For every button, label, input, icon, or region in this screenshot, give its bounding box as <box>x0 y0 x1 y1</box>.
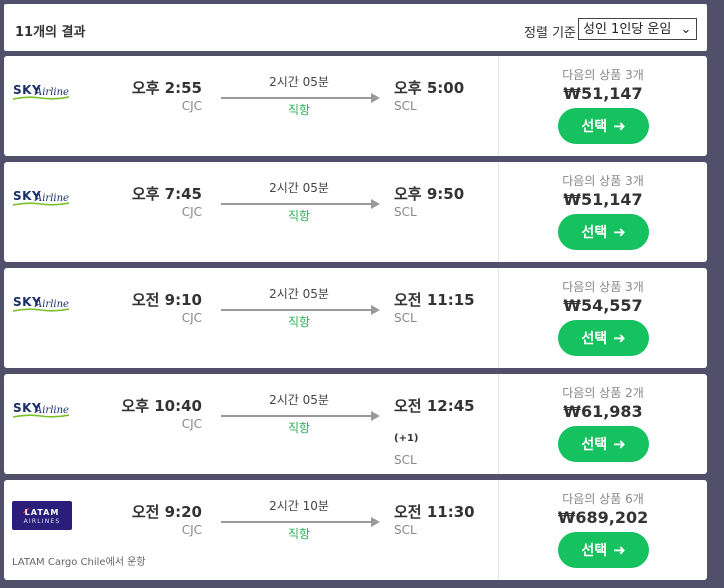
offers-count: 다음의 상품 3개 <box>562 280 644 294</box>
sky-airline-logo: SKY Airline <box>13 402 75 418</box>
select-button[interactable]: 선택 ➜ <box>558 532 649 568</box>
operated-by: LATAM Cargo Chile에서 운항 <box>12 557 146 568</box>
sort-label: 정렬 기준 <box>524 26 576 41</box>
select-button-label: 선택 <box>581 119 608 135</box>
sort-select[interactable]: 성인 1인당 운임 ⌄ <box>578 18 697 40</box>
departure-time: 오전 9:10 <box>131 291 202 309</box>
flight-info: SKY Airline 오후 10:40 CJC 2시간 05분 직항 오전 1… <box>4 374 498 474</box>
results-header: 11개의 결과 정렬 기준 성인 1인당 운임 ⌄ <box>4 4 707 51</box>
select-button[interactable]: 선택 ➜ <box>558 214 649 250</box>
logo-swoosh-icon <box>13 96 69 100</box>
arrival-airport: SCL <box>394 453 417 467</box>
flight-result-card: SKY Airline 오전 9:10 CJC 2시간 05분 직항 오전 11… <box>4 268 707 368</box>
price-column: 다음의 상품 6개 ₩689,202 선택 ➜ <box>498 480 707 580</box>
arrival-time: 오후 9:50 <box>394 185 465 203</box>
latam-airlines-logo: LATAM AIRLINES <box>12 501 72 530</box>
flight-duration: 2시간 05분 <box>269 287 329 301</box>
arrival-time: 오전 11:30 <box>394 503 475 521</box>
flight-result-card: SKY Airline 오후 10:40 CJC 2시간 05분 직항 오전 1… <box>4 374 707 474</box>
flight-info: SKY Airline 오후 2:55 CJC 2시간 05분 직항 오후 5:… <box>4 56 498 156</box>
offers-count: 다음의 상품 3개 <box>562 68 644 82</box>
arrival-airport: SCL <box>394 205 417 219</box>
flight-duration: 2시간 05분 <box>269 181 329 195</box>
flight-info: SKY Airline 오전 9:10 CJC 2시간 05분 직항 오전 11… <box>4 268 498 368</box>
stops-label: 직항 <box>287 315 311 329</box>
price: ₩51,147 <box>563 84 643 103</box>
stops-label: 직항 <box>287 421 311 435</box>
logo-swoosh-icon <box>13 202 69 206</box>
select-button[interactable]: 선택 ➜ <box>558 108 649 144</box>
logo-swoosh-icon <box>13 414 69 418</box>
stops-label: 직항 <box>287 527 311 541</box>
logo-text-latam: LATAM <box>24 508 60 517</box>
arrow-right-icon: ➜ <box>613 223 626 241</box>
arrow-right-icon: ➜ <box>613 329 626 347</box>
select-button[interactable]: 선택 ➜ <box>558 320 649 356</box>
price: ₩61,983 <box>563 402 643 421</box>
departure-airport: CJC <box>181 205 202 219</box>
offers-count: 다음의 상품 6개 <box>562 492 644 506</box>
arrival-time: 오전 11:15 <box>394 291 475 309</box>
price: ₩51,147 <box>563 190 643 209</box>
arrow-right-icon: ➜ <box>613 541 626 559</box>
flight-duration: 2시간 05분 <box>269 75 329 89</box>
price-column: 다음의 상품 3개 ₩51,147 선택 ➜ <box>498 162 707 262</box>
offers-count: 다음의 상품 2개 <box>562 386 644 400</box>
departure-airport: CJC <box>181 311 202 325</box>
arrival-airport: SCL <box>394 99 417 113</box>
select-button-label: 선택 <box>581 543 608 559</box>
flight-duration: 2시간 05분 <box>269 393 329 407</box>
departure-airport: CJC <box>181 523 202 537</box>
flight-info: LATAM AIRLINES 오전 9:20 CJC 2시간 10분 직항 오전… <box>4 480 498 580</box>
flight-result-card: SKY Airline 오후 2:55 CJC 2시간 05분 직항 오후 5:… <box>4 56 707 156</box>
departure-time: 오후 7:45 <box>131 185 202 203</box>
sky-airline-logo: SKY Airline <box>13 84 75 100</box>
price: ₩54,557 <box>563 296 643 315</box>
arrow-right-icon: ➜ <box>613 117 626 135</box>
departure-time: 오전 9:20 <box>131 503 202 521</box>
result-count: 11개의 결과 <box>15 25 86 40</box>
sky-airline-logo: SKY Airline <box>13 296 75 312</box>
chevron-down-icon: ⌄ <box>680 22 692 37</box>
select-button-label: 선택 <box>581 331 608 347</box>
arrival-airport: SCL <box>394 523 417 537</box>
sort-select-value: 성인 1인당 운임 <box>583 22 672 37</box>
flight-result-card: SKY Airline 오후 7:45 CJC 2시간 05분 직항 오후 9:… <box>4 162 707 262</box>
price-column: 다음의 상품 2개 ₩61,983 선택 ➜ <box>498 374 707 474</box>
departure-time: 오후 2:55 <box>131 79 202 97</box>
price: ₩689,202 <box>557 508 649 527</box>
select-button-label: 선택 <box>581 437 608 453</box>
arrow-right-icon: ➜ <box>613 435 626 453</box>
logo-swoosh-icon <box>13 308 69 312</box>
next-day-indicator: (+1) <box>394 433 419 444</box>
price-column: 다음의 상품 3개 ₩54,557 선택 ➜ <box>498 268 707 368</box>
departure-airport: CJC <box>181 99 202 113</box>
flight-result-card: LATAM AIRLINES 오전 9:20 CJC 2시간 10분 직항 오전… <box>4 480 707 580</box>
flight-info: SKY Airline 오후 7:45 CJC 2시간 05분 직항 오후 9:… <box>4 162 498 262</box>
arrival-airport: SCL <box>394 311 417 325</box>
arrival-time: 오전 12:45 <box>394 397 475 415</box>
select-button[interactable]: 선택 ➜ <box>558 426 649 462</box>
sky-airline-logo: SKY Airline <box>13 190 75 206</box>
flight-duration: 2시간 10분 <box>269 499 329 513</box>
stops-label: 직항 <box>287 209 311 223</box>
departure-time: 오후 10:40 <box>121 397 202 415</box>
stops-label: 직항 <box>287 103 311 117</box>
arrival-time: 오후 5:00 <box>394 79 465 97</box>
select-button-label: 선택 <box>581 225 608 241</box>
logo-text-airlines: AIRLINES <box>23 518 61 525</box>
offers-count: 다음의 상품 3개 <box>562 174 644 188</box>
departure-airport: CJC <box>181 417 202 431</box>
price-column: 다음의 상품 3개 ₩51,147 선택 ➜ <box>498 56 707 156</box>
